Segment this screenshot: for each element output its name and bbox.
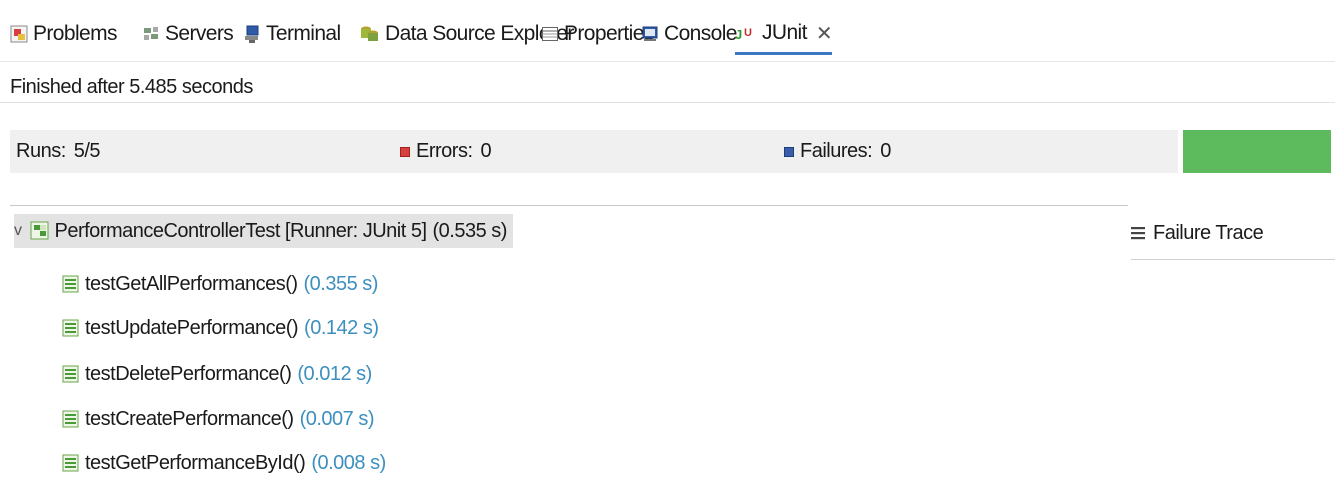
failures-value: 0 bbox=[880, 140, 891, 162]
errors-value: 0 bbox=[480, 140, 492, 162]
svg-text:J: J bbox=[735, 27, 742, 42]
tab-problems[interactable]: Problems bbox=[10, 14, 118, 54]
tab-label: Terminal bbox=[266, 22, 341, 45]
close-icon[interactable]: ✕ bbox=[816, 21, 833, 46]
failure-trace-label: Failure Trace bbox=[1153, 221, 1264, 244]
test-name: testDeletePerformance() bbox=[85, 362, 292, 385]
test-time: (0.007 s) bbox=[299, 407, 375, 430]
view-tab-bar: Problems Servers Terminal Data Source Ex… bbox=[0, 0, 1335, 62]
error-icon bbox=[400, 146, 410, 157]
progress-bar bbox=[1183, 130, 1331, 173]
test-time: (0.355 s) bbox=[303, 272, 379, 295]
tab-console[interactable]: Console bbox=[641, 14, 737, 54]
runs-counter: Runs: 5/5 bbox=[10, 130, 396, 173]
tab-label: JUnit bbox=[762, 21, 807, 44]
data-source-icon bbox=[360, 25, 380, 43]
errors-label: Errors: bbox=[416, 140, 473, 162]
test-passed-icon bbox=[62, 409, 80, 429]
runs-value: 5/5 bbox=[73, 140, 101, 162]
tab-terminal[interactable]: Terminal bbox=[243, 14, 341, 54]
test-suite-time: (0.535 s) bbox=[432, 219, 508, 242]
test-time: (0.008 s) bbox=[311, 451, 386, 474]
failures-label: Failures: bbox=[800, 140, 873, 162]
test-case-row[interactable]: testCreatePerformance() (0.007 s) bbox=[62, 402, 375, 436]
tab-servers[interactable]: Servers bbox=[142, 14, 234, 54]
runs-label: Runs: bbox=[16, 140, 66, 162]
tab-label: Servers bbox=[165, 22, 234, 45]
test-time: (0.012 s) bbox=[297, 362, 372, 385]
failure-icon bbox=[784, 146, 794, 157]
tab-label: Problems bbox=[33, 22, 118, 45]
junit-icon: JU bbox=[735, 24, 757, 42]
test-name: testGetAllPerformances() bbox=[85, 272, 298, 295]
test-name: testUpdatePerformance() bbox=[85, 316, 299, 339]
test-case-row[interactable]: testGetAllPerformances() (0.355 s) bbox=[62, 267, 378, 301]
test-suite-icon bbox=[30, 221, 50, 241]
test-name: testGetPerformanceById() bbox=[85, 451, 306, 474]
tab-junit[interactable]: JU JUnit ✕ bbox=[735, 14, 833, 55]
svg-text:U: U bbox=[744, 27, 752, 39]
test-name: testCreatePerformance() bbox=[85, 407, 294, 430]
divider bbox=[0, 102, 1335, 103]
progress-fill bbox=[1183, 130, 1331, 173]
console-icon bbox=[641, 25, 659, 43]
chevron-down-icon[interactable]: v bbox=[14, 222, 22, 240]
test-suite-row[interactable]: v PerformanceControllerTest [Runner: JUn… bbox=[14, 214, 513, 248]
test-suite-label: PerformanceControllerTest [Runner: JUnit… bbox=[54, 219, 428, 242]
test-passed-icon bbox=[62, 364, 80, 384]
test-passed-icon bbox=[62, 453, 80, 473]
properties-icon bbox=[541, 25, 559, 43]
test-case-row[interactable]: testDeletePerformance() (0.012 s) bbox=[62, 357, 372, 391]
tab-label: Console bbox=[664, 22, 737, 45]
terminal-icon bbox=[243, 24, 261, 44]
test-time: (0.142 s) bbox=[304, 316, 379, 339]
tab-properties[interactable]: Properties bbox=[541, 14, 654, 54]
stack-trace-icon bbox=[1131, 226, 1145, 240]
failures-counter: Failures: 0 bbox=[780, 130, 1178, 173]
problems-icon bbox=[10, 25, 28, 43]
failure-trace-header[interactable]: Failure Trace bbox=[1131, 207, 1335, 260]
test-passed-icon bbox=[62, 318, 80, 338]
test-case-row[interactable]: testGetPerformanceById() (0.008 s) bbox=[62, 446, 386, 480]
test-case-row[interactable]: testUpdatePerformance() (0.142 s) bbox=[62, 311, 379, 345]
tree-separator bbox=[10, 205, 1128, 206]
errors-counter: Errors: 0 bbox=[396, 130, 780, 173]
test-passed-icon bbox=[62, 274, 80, 294]
servers-icon bbox=[142, 25, 160, 43]
run-status: Finished after 5.485 seconds bbox=[10, 76, 253, 98]
